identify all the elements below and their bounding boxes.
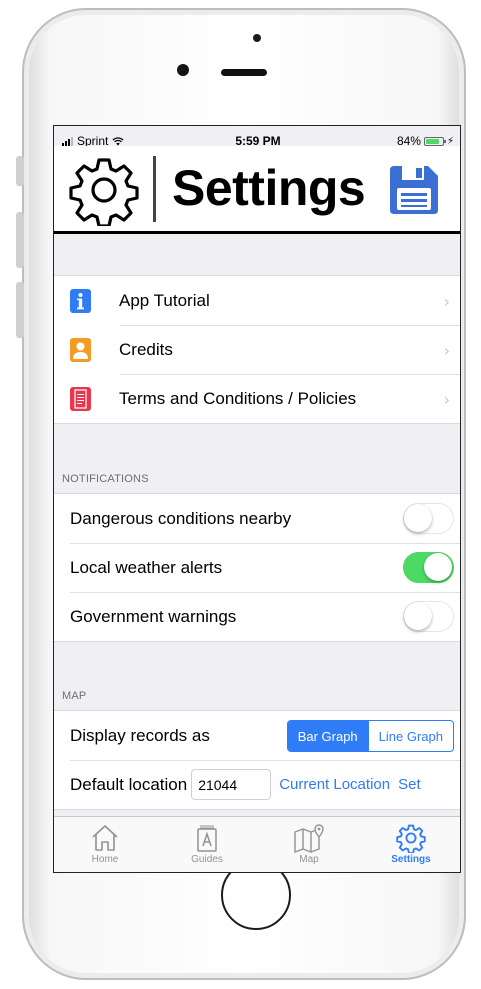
notification-label: Government warnings — [70, 606, 237, 626]
tab-settings[interactable]: Settings — [360, 817, 460, 872]
tab-label: Guides — [191, 854, 223, 865]
government-warnings-toggle[interactable] — [403, 601, 454, 632]
page-title: Settings — [172, 160, 366, 216]
guides-icon — [197, 825, 217, 852]
volume-up-button — [16, 212, 24, 268]
menu-item-label: Credits — [119, 339, 173, 359]
earpiece-speaker — [221, 69, 267, 76]
info-icon — [70, 288, 91, 313]
display-records-row: Display records as Bar Graph Line Graph — [54, 711, 460, 760]
tab-label: Settings — [391, 854, 431, 865]
tab-bar: Home Guides Map Settings — [54, 816, 460, 872]
notification-label: Dangerous conditions nearby — [70, 508, 292, 528]
menu-item-credits[interactable]: Credits › — [54, 325, 460, 374]
settings-header: Settings — [54, 146, 460, 234]
gear-icon — [69, 158, 139, 226]
tab-home[interactable]: Home — [54, 817, 156, 872]
battery-fill — [425, 138, 439, 144]
tab-label: Map — [299, 854, 319, 865]
tab-label: Home — [91, 854, 119, 865]
tab-map[interactable]: Map — [258, 817, 360, 872]
set-location-button[interactable]: Set — [398, 776, 421, 793]
section-header-notifications: NOTIFICATIONS — [62, 473, 149, 485]
section-header-map: MAP — [62, 690, 87, 702]
bar-graph-segment[interactable]: Bar Graph — [287, 721, 368, 751]
notification-row-dangerous: Dangerous conditions nearby — [54, 494, 460, 543]
current-location-button[interactable]: Current Location — [279, 776, 390, 793]
zip-code-field[interactable]: 21044 — [191, 769, 272, 800]
notifications-list: Dangerous conditions nearby Local weathe… — [54, 493, 460, 642]
line-graph-segment[interactable]: Line Graph — [367, 721, 453, 751]
graph-type-segmented-control: Bar Graph Line Graph — [286, 720, 454, 752]
notification-row-government: Government warnings — [54, 592, 460, 641]
charging-icon: ⚡ — [446, 135, 454, 147]
signal-icon — [62, 136, 73, 146]
chevron-right-icon: › — [443, 390, 450, 409]
volume-down-button — [16, 282, 24, 338]
menu-item-label: Terms and Conditions / Policies — [119, 388, 357, 408]
default-location-row: Default location 21044 Current Location … — [54, 760, 460, 809]
mute-switch — [16, 156, 24, 186]
chevron-right-icon: › — [443, 341, 450, 360]
default-location-label: Default location — [70, 774, 188, 794]
toggle-knob — [404, 504, 432, 532]
wifi-icon — [112, 136, 124, 145]
chevron-right-icon: › — [443, 292, 450, 311]
menu-item-app-tutorial[interactable]: App Tutorial › — [54, 276, 460, 325]
tab-guides[interactable]: Guides — [156, 817, 258, 872]
map-icon — [294, 824, 324, 853]
display-records-label: Display records as — [70, 725, 210, 745]
menu-item-label: App Tutorial — [119, 290, 210, 310]
screen: 5:59 PM Sprint 84% ⚡ Settings App Tutori… — [53, 125, 461, 873]
notification-row-weather: Local weather alerts — [54, 543, 460, 592]
front-camera — [177, 64, 189, 76]
gear-icon — [396, 824, 426, 853]
person-icon — [70, 337, 91, 362]
toggle-knob — [404, 602, 432, 630]
menu-item-terms[interactable]: Terms and Conditions / Policies › — [54, 374, 460, 423]
save-icon[interactable] — [388, 164, 440, 216]
header-divider — [153, 156, 156, 222]
battery-icon — [423, 136, 446, 146]
notification-label: Local weather alerts — [70, 557, 223, 577]
proximity-sensor — [253, 34, 261, 42]
menu-list: App Tutorial › Credits › Terms and Condi… — [54, 275, 460, 424]
home-icon — [92, 825, 118, 851]
map-settings-list: Display records as Bar Graph Line Graph … — [54, 710, 460, 810]
document-icon — [70, 386, 91, 411]
dangerous-conditions-toggle[interactable] — [403, 503, 454, 534]
weather-alerts-toggle[interactable] — [403, 552, 454, 583]
toggle-knob — [424, 553, 452, 581]
